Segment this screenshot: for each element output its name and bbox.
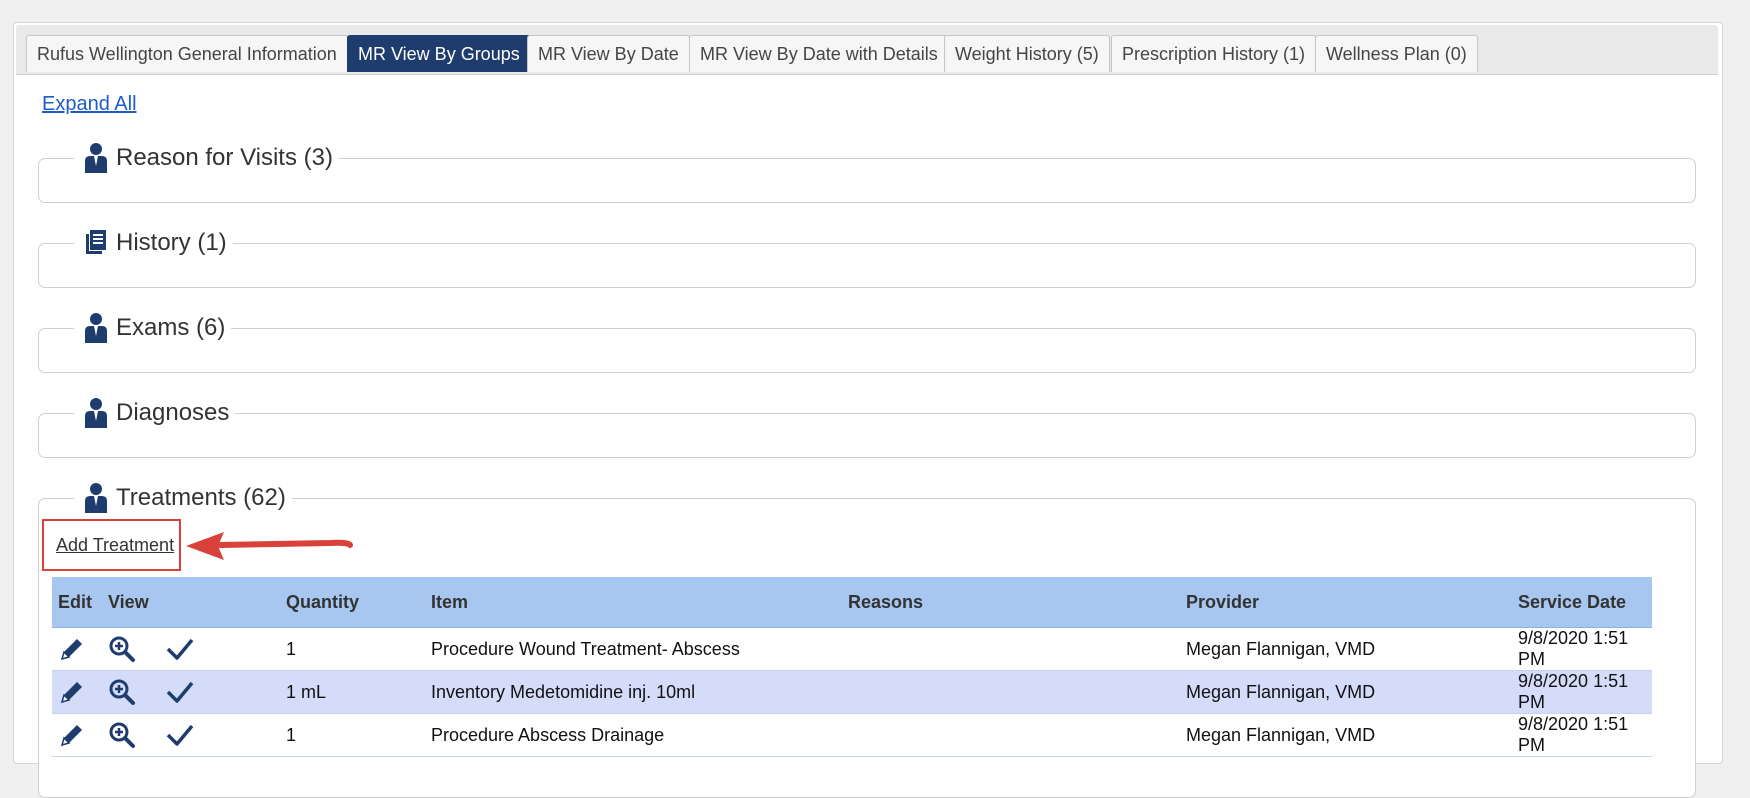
quantity-cell: 1	[280, 713, 425, 757]
person-icon	[85, 143, 107, 173]
edit-cell	[52, 627, 102, 671]
expand-all-link[interactable]: Expand All	[42, 93, 137, 116]
tab-weight-history[interactable]: Weight History (5)	[944, 35, 1110, 72]
person-icon	[85, 313, 107, 343]
reasons-cell	[842, 713, 1180, 757]
service-date-cell: 9/8/2020 1:51 PM	[1512, 713, 1652, 757]
column-header-provider[interactable]: Provider	[1180, 577, 1512, 628]
column-header-edit: Edit	[52, 577, 102, 628]
table-row: 1 Procedure Abscess Drainage Megan Flann…	[52, 713, 1652, 757]
section-title: Reason for Visits (3)	[116, 144, 333, 171]
provider-cell: Megan Flannigan, VMD	[1180, 713, 1512, 757]
provider-cell: Megan Flannigan, VMD	[1180, 670, 1512, 714]
zoom-in-icon[interactable]	[108, 635, 136, 663]
section-header[interactable]: Reason for Visits (3)	[74, 139, 339, 177]
quantity-cell: 1 mL	[280, 670, 425, 714]
tab-wellness-plan[interactable]: Wellness Plan (0)	[1315, 35, 1478, 72]
edit-cell	[52, 713, 102, 757]
tab-general-information[interactable]: Rufus Wellington General Information	[26, 35, 348, 72]
column-header-reasons[interactable]: Reasons	[842, 577, 1180, 628]
item-cell: Procedure Abscess Drainage	[425, 713, 842, 757]
table-row: 1 Procedure Wound Treatment- Abscess Meg…	[52, 627, 1652, 671]
section-title: Exams (6)	[116, 314, 226, 341]
checkmark-icon[interactable]	[166, 678, 194, 706]
checkmark-icon[interactable]	[166, 635, 194, 663]
column-header-quantity[interactable]: Quantity	[280, 577, 425, 628]
complete-cell	[160, 670, 280, 714]
reasons-cell	[842, 670, 1180, 714]
section-title: History (1)	[116, 229, 227, 256]
complete-cell	[160, 713, 280, 757]
view-cell	[102, 670, 160, 714]
tab-mr-view-by-date-details[interactable]: MR View By Date with Details	[689, 35, 949, 72]
section-title: Diagnoses	[116, 399, 230, 426]
documents-icon	[86, 230, 106, 254]
person-icon	[85, 398, 107, 428]
quantity-cell: 1	[280, 627, 425, 671]
section-exams: Exams (6)	[38, 309, 1696, 373]
table-header-row: Edit View Quantity Item Reasons Provider…	[52, 577, 1652, 628]
add-treatment-highlight: Add Treatment	[42, 519, 181, 571]
section-title: Treatments (62)	[116, 484, 286, 511]
pencil-icon[interactable]	[58, 678, 86, 706]
section-reason-for-visits: Reason for Visits (3)	[38, 139, 1696, 203]
checkmark-icon[interactable]	[166, 721, 194, 749]
pencil-icon[interactable]	[58, 721, 86, 749]
view-cell	[102, 627, 160, 671]
service-date-cell: 9/8/2020 1:51 PM	[1512, 627, 1652, 671]
item-cell: Procedure Wound Treatment- Abscess	[425, 627, 842, 671]
column-header-item[interactable]: Item	[425, 577, 842, 628]
column-header-service-date[interactable]: Service Date	[1512, 577, 1652, 628]
section-header[interactable]: Treatments (62)	[74, 479, 292, 517]
person-icon	[85, 483, 107, 513]
view-cell	[102, 713, 160, 757]
section-diagnoses: Diagnoses	[38, 394, 1696, 458]
provider-cell: Megan Flannigan, VMD	[1180, 627, 1512, 671]
column-header-complete	[160, 577, 280, 628]
tab-mr-view-by-groups[interactable]: MR View By Groups	[347, 35, 531, 72]
zoom-in-icon[interactable]	[108, 721, 136, 749]
tab-bar: Rufus Wellington General Information MR …	[16, 25, 1718, 75]
zoom-in-icon[interactable]	[108, 678, 136, 706]
tab-prescription-history[interactable]: Prescription History (1)	[1111, 35, 1317, 72]
complete-cell	[160, 627, 280, 671]
reasons-cell	[842, 627, 1180, 671]
table-row: 1 mL Inventory Medetomidine inj. 10ml Me…	[52, 670, 1652, 714]
treatments-table: Edit View Quantity Item Reasons Provider…	[52, 577, 1652, 757]
section-history: History (1)	[38, 224, 1696, 288]
column-header-view: View	[102, 577, 160, 628]
section-header[interactable]: History (1)	[74, 224, 233, 262]
pencil-icon[interactable]	[58, 635, 86, 663]
add-treatment-link[interactable]: Add Treatment	[56, 535, 174, 556]
edit-cell	[52, 670, 102, 714]
service-date-cell: 9/8/2020 1:51 PM	[1512, 670, 1652, 714]
section-header[interactable]: Diagnoses	[74, 394, 236, 432]
item-cell: Inventory Medetomidine inj. 10ml	[425, 670, 842, 714]
annotation-arrow	[186, 532, 353, 560]
tab-mr-view-by-date[interactable]: MR View By Date	[527, 35, 690, 72]
section-header[interactable]: Exams (6)	[74, 309, 232, 347]
